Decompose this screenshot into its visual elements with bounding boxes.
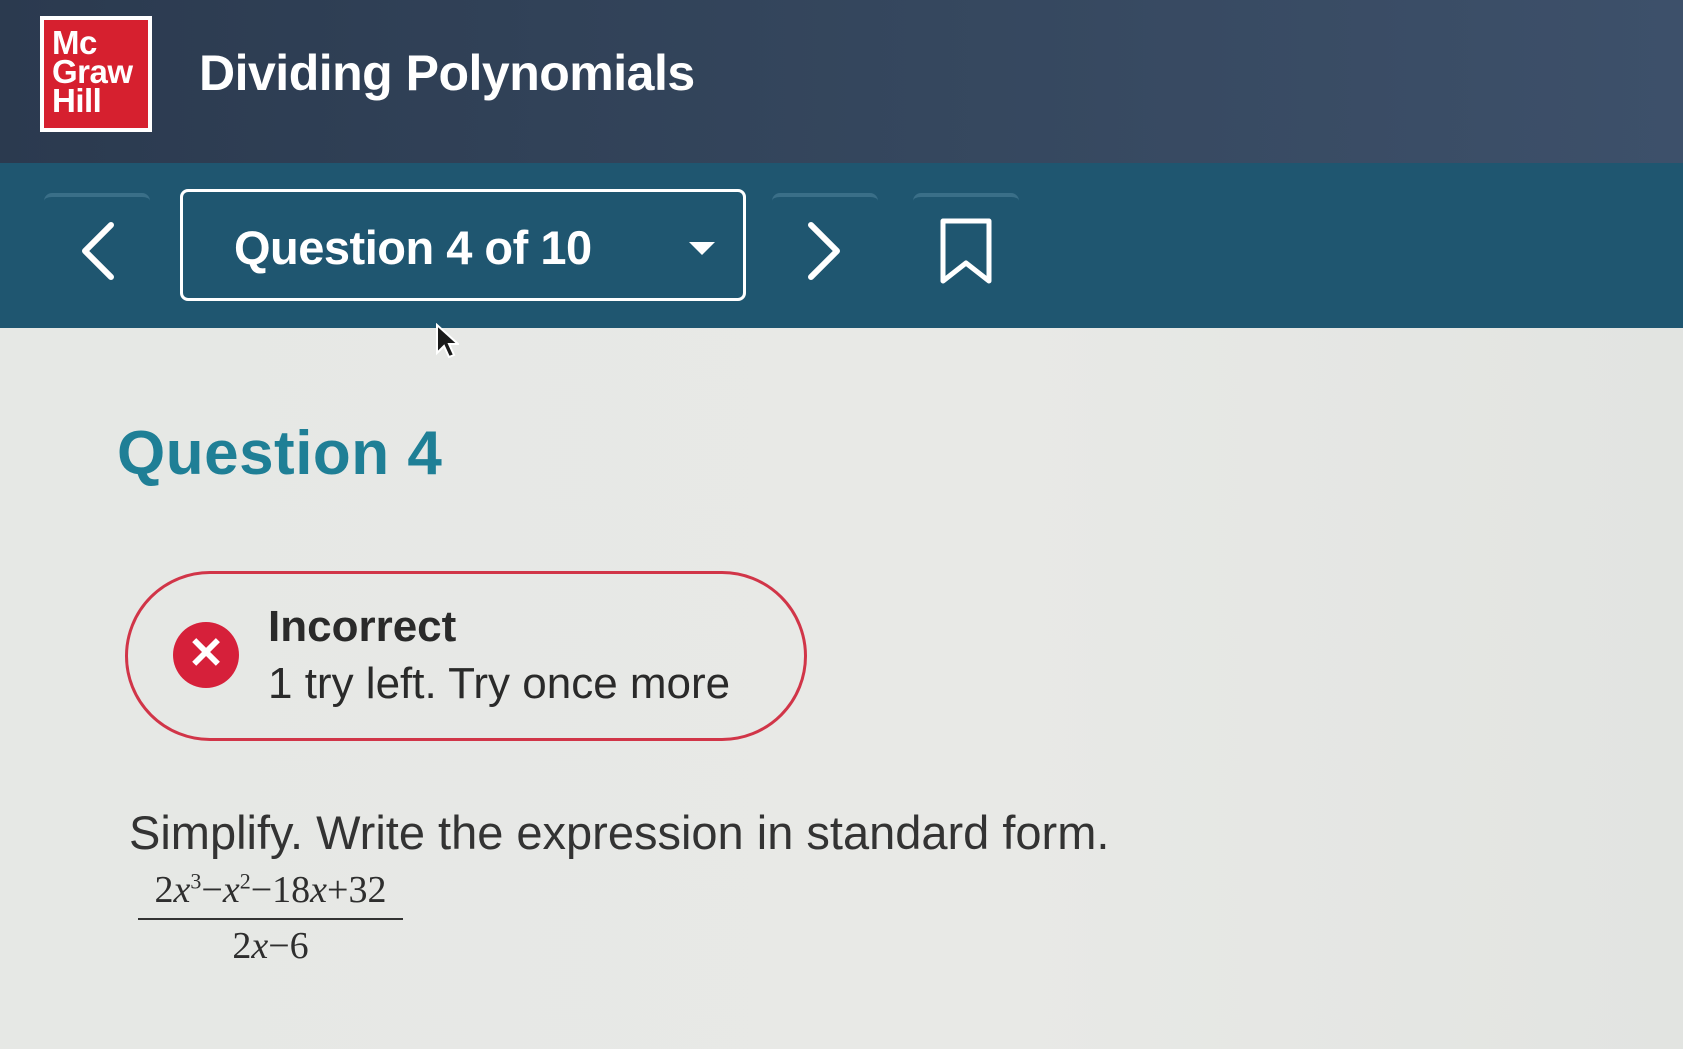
question-content: Question 4 ✕ Incorrect 1 try left. Try o… bbox=[0, 328, 1683, 1049]
num-op3: +32 bbox=[327, 869, 387, 911]
bookmark-icon bbox=[940, 218, 992, 284]
fraction-denominator: 2x−6 bbox=[138, 920, 403, 968]
num-term3-var: x bbox=[310, 869, 328, 911]
den-coef: 2 bbox=[232, 925, 252, 967]
next-question-button[interactable] bbox=[772, 193, 878, 305]
question-selector-dropdown[interactable]: Question 4 of 10 bbox=[180, 189, 746, 301]
question-heading: Question 4 bbox=[117, 419, 443, 488]
num-term2-exp: 2 bbox=[239, 868, 251, 894]
fraction-numerator: 2x3−x2−18x+32 bbox=[138, 868, 403, 920]
chevron-right-icon bbox=[808, 222, 840, 280]
feedback-banner: ✕ Incorrect 1 try left. Try once more bbox=[125, 571, 807, 741]
den-var: x bbox=[251, 925, 269, 967]
num-term1-exp: 3 bbox=[190, 868, 202, 894]
num-op1: − bbox=[201, 869, 223, 911]
previous-question-button[interactable] bbox=[44, 193, 150, 305]
den-rest: −6 bbox=[268, 925, 309, 967]
error-x-icon: ✕ bbox=[173, 622, 239, 688]
question-selector-label: Question 4 of 10 bbox=[234, 221, 592, 274]
feedback-message: 1 try left. Try once more bbox=[268, 659, 731, 708]
mcgraw-hill-logo[interactable]: Mc Graw Hill bbox=[40, 16, 152, 132]
question-prompt: Simplify. Write the expression in standa… bbox=[129, 806, 1110, 859]
num-op2: −18 bbox=[250, 869, 311, 911]
num-term1-coef: 2 bbox=[154, 869, 174, 911]
num-term1-var: x bbox=[173, 869, 191, 911]
feedback-status: Incorrect bbox=[268, 602, 457, 651]
bookmark-button[interactable] bbox=[913, 193, 1019, 305]
assignment-title: Dividing Polynomials bbox=[199, 45, 695, 101]
mouse-pointer-icon bbox=[436, 323, 459, 359]
caret-down-icon bbox=[689, 242, 715, 255]
chevron-left-icon bbox=[82, 222, 114, 280]
logo-line-3: Hill bbox=[52, 82, 102, 119]
num-term2-var: x bbox=[222, 869, 240, 911]
polynomial-fraction: 2x3−x2−18x+32 2x−6 bbox=[138, 868, 403, 968]
app-header: Mc Graw Hill Dividing Polynomials bbox=[0, 0, 1683, 163]
question-nav-bar: Question 4 of 10 bbox=[0, 163, 1683, 328]
